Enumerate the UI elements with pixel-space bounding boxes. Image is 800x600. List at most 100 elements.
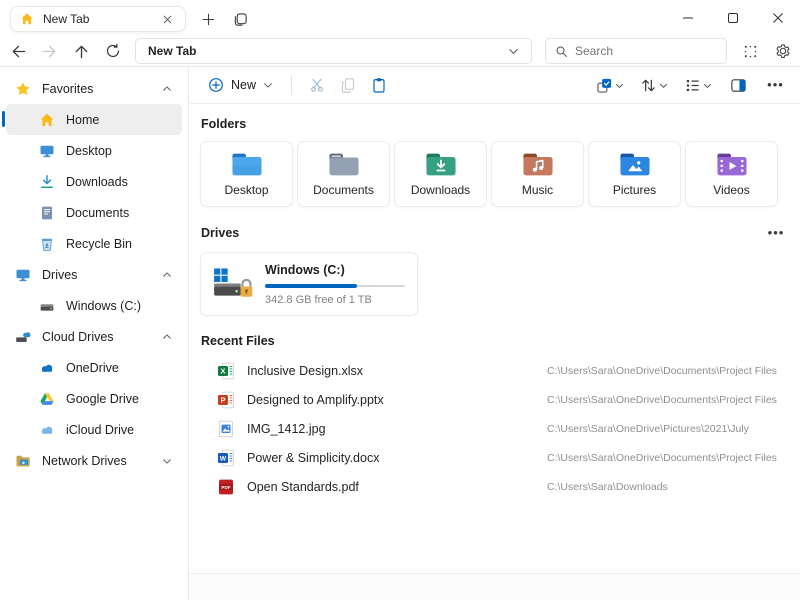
file-row-pptx[interactable]: P Designed to Amplify.pptx C:\Users\Sara… xyxy=(200,385,790,414)
chevron-up-icon[interactable] xyxy=(162,332,172,342)
sort-button[interactable] xyxy=(635,74,673,97)
cloud-drive-icon xyxy=(15,329,31,345)
copy-icon[interactable] xyxy=(332,72,363,99)
forward-icon[interactable] xyxy=(35,38,63,64)
chevron-down-icon[interactable] xyxy=(162,456,172,466)
windows-bitlocker-drive-icon xyxy=(213,267,253,301)
sidebar-item-google-drive[interactable]: Google Drive xyxy=(6,383,182,414)
drive-card-windows-c[interactable]: Windows (C:) 342.8 GB free of 1 TB xyxy=(200,252,418,316)
excel-file-icon: X xyxy=(217,362,235,380)
folder-card-label: Pictures xyxy=(613,183,656,197)
drives-more-button[interactable]: ••• xyxy=(763,224,789,242)
toolbar-separator xyxy=(291,75,292,95)
chevron-down-icon xyxy=(659,81,668,90)
main-panel: New xyxy=(190,67,800,600)
folder-card-desktop[interactable]: Desktop xyxy=(200,141,293,207)
sidebar-label: Downloads xyxy=(66,175,128,189)
folder-card-label: Downloads xyxy=(411,183,470,197)
tab-close-icon[interactable] xyxy=(158,10,176,28)
search-input[interactable] xyxy=(575,44,717,58)
sidebar: Favorites Home Desktop Downloads Documen… xyxy=(0,67,189,600)
sidebar-item-home[interactable]: Home xyxy=(6,104,182,135)
chevron-down-icon xyxy=(263,80,273,90)
drive-storage-text: 342.8 GB free of 1 TB xyxy=(265,294,405,306)
file-row-xlsx[interactable]: X Inclusive Design.xlsx C:\Users\Sara\On… xyxy=(200,356,790,385)
search-icon xyxy=(555,45,568,58)
new-button-label: New xyxy=(231,78,256,92)
new-tab-button[interactable] xyxy=(196,8,220,30)
tab-overview-icon[interactable] xyxy=(228,8,252,30)
file-name: Designed to Amplify.pptx xyxy=(247,393,535,407)
powerpoint-file-icon: P xyxy=(217,391,235,409)
sidebar-section-favorites[interactable]: Favorites xyxy=(6,73,182,104)
cut-icon[interactable] xyxy=(301,72,332,99)
documents-folder-icon xyxy=(327,151,361,178)
paste-icon[interactable] xyxy=(363,72,394,99)
selection-mode-button[interactable] xyxy=(591,74,629,97)
pdf-file-icon: PDF xyxy=(217,478,235,496)
view-options-button[interactable] xyxy=(679,74,717,97)
drive-name: Windows (C:) xyxy=(265,263,405,277)
maximize-button[interactable] xyxy=(710,0,755,36)
details-pane-icon[interactable] xyxy=(723,72,754,99)
navigation-bar: New Tab xyxy=(0,36,800,66)
sidebar-item-desktop[interactable]: Desktop xyxy=(6,135,182,166)
refresh-icon[interactable] xyxy=(99,38,127,64)
sidebar-label: Home xyxy=(66,113,99,127)
address-bar[interactable]: New Tab xyxy=(135,38,532,64)
sidebar-item-recycle-bin[interactable]: Recycle Bin xyxy=(6,228,182,259)
drive-info: Windows (C:) 342.8 GB free of 1 TB xyxy=(265,263,405,306)
back-icon[interactable] xyxy=(4,38,32,64)
file-row-docx[interactable]: W Power & Simplicity.docx C:\Users\Sara\… xyxy=(200,443,790,472)
file-row-pdf[interactable]: PDF Open Standards.pdf C:\Users\Sara\Dow… xyxy=(200,472,790,501)
sidebar-section-cloud-drives[interactable]: Cloud Drives xyxy=(6,321,182,352)
file-path: C:\Users\Sara\OneDrive\Documents\Project… xyxy=(547,452,777,464)
desktop-folder-icon xyxy=(230,151,264,178)
chevron-up-icon[interactable] xyxy=(162,84,172,94)
tab-title: New Tab xyxy=(43,12,149,26)
settings-gear-icon[interactable] xyxy=(770,39,795,63)
monitor-icon xyxy=(39,143,55,159)
sidebar-item-downloads[interactable]: Downloads xyxy=(6,166,182,197)
sidebar-item-documents[interactable]: Documents xyxy=(6,197,182,228)
chevron-up-icon[interactable] xyxy=(162,270,172,280)
sidebar-item-icloud-drive[interactable]: iCloud Drive xyxy=(6,414,182,445)
videos-folder-icon xyxy=(715,151,749,178)
new-button[interactable]: New xyxy=(199,73,282,97)
close-window-button[interactable] xyxy=(755,0,800,36)
sidebar-label: Documents xyxy=(66,206,129,220)
svg-text:W: W xyxy=(220,455,227,462)
sidebar-item-windows-c[interactable]: Windows (C:) xyxy=(6,290,182,321)
tab-new-tab[interactable]: New Tab xyxy=(10,6,186,32)
sidebar-item-onedrive[interactable]: OneDrive xyxy=(6,352,182,383)
folder-card-downloads[interactable]: Downloads xyxy=(394,141,487,207)
svg-text:X: X xyxy=(220,366,225,375)
download-icon xyxy=(39,174,55,190)
address-dropdown-icon[interactable] xyxy=(508,46,519,57)
sidebar-label: OneDrive xyxy=(66,361,119,375)
marquee-selection-icon[interactable] xyxy=(738,39,763,63)
file-row-jpg[interactable]: IMG_1412.jpg C:\Users\Sara\OneDrive\Pict… xyxy=(200,414,790,443)
circle-plus-icon xyxy=(208,77,224,93)
up-icon[interactable] xyxy=(67,38,95,64)
folder-card-pictures[interactable]: Pictures xyxy=(588,141,681,207)
folder-card-music[interactable]: Music xyxy=(491,141,584,207)
file-path: C:\Users\Sara\OneDrive\Documents\Project… xyxy=(547,365,777,377)
folder-card-videos[interactable]: Videos xyxy=(685,141,778,207)
word-file-icon: W xyxy=(217,449,235,467)
folders-grid: Desktop Documents xyxy=(200,141,790,207)
search-box[interactable] xyxy=(545,38,727,64)
sidebar-section-network-drives[interactable]: Network Drives xyxy=(6,445,182,476)
network-folder-icon xyxy=(15,453,31,469)
sidebar-label: Google Drive xyxy=(66,392,139,406)
recent-files-heading: Recent Files xyxy=(201,334,789,348)
drive-usage-bar xyxy=(265,284,405,288)
sidebar-label: iCloud Drive xyxy=(66,423,134,437)
drives-header-row: Drives ••• xyxy=(201,224,789,242)
chevron-down-icon xyxy=(703,81,712,90)
folder-card-documents[interactable]: Documents xyxy=(297,141,390,207)
sidebar-section-drives[interactable]: Drives xyxy=(6,259,182,290)
sidebar-label: Cloud Drives xyxy=(42,330,114,344)
more-options-button[interactable]: ••• xyxy=(760,72,791,99)
minimize-button[interactable] xyxy=(665,0,710,36)
